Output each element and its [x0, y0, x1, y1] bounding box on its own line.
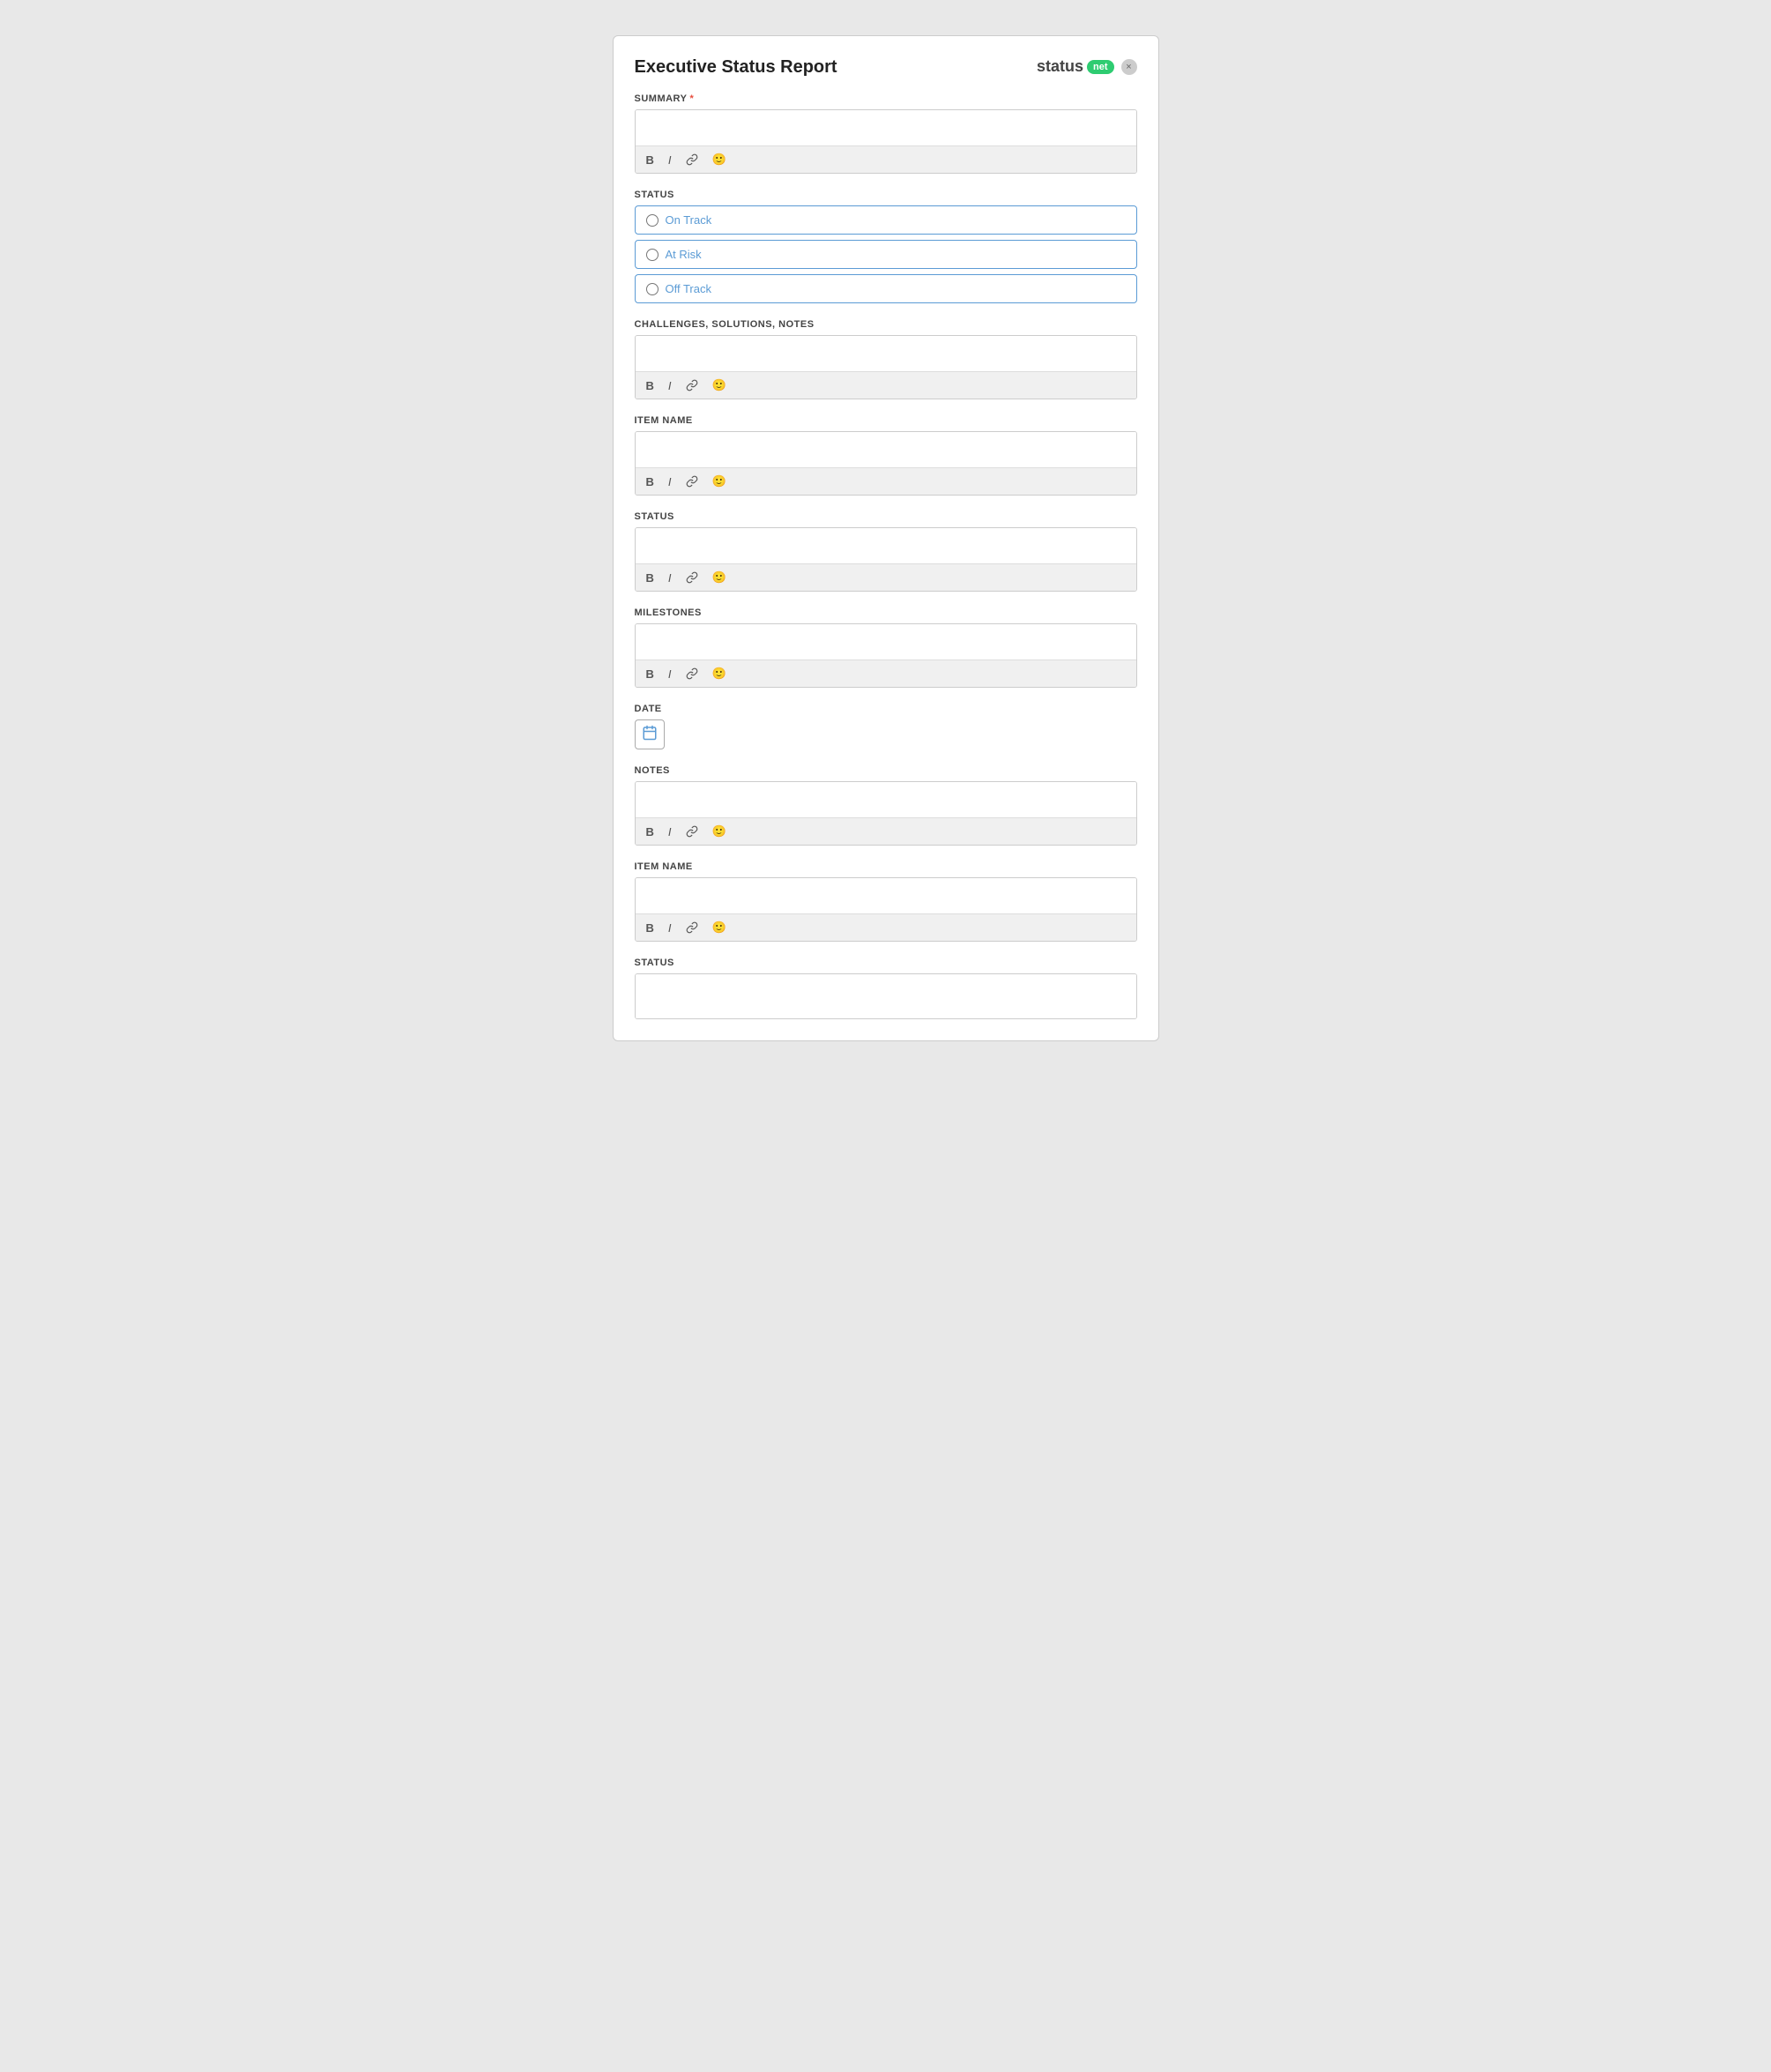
status-3-label: STATUS — [635, 958, 1137, 968]
milestones-link-button[interactable] — [682, 666, 702, 682]
challenges-label: CHALLENGES, SOLUTIONS, NOTES — [635, 319, 1137, 330]
brand-badge: net — [1087, 60, 1114, 74]
item-name-2-input[interactable] — [636, 878, 1136, 913]
notes-label: NOTES — [635, 765, 1137, 776]
challenges-toolbar: B I 🙂 — [636, 371, 1136, 399]
status-3-input[interactable] — [636, 974, 1136, 1018]
date-label: DATE — [635, 704, 1137, 714]
summary-editor: B I 🙂 — [635, 109, 1137, 174]
status-2-section: STATUS B I 🙂 — [635, 511, 1137, 592]
notes-editor: B I 🙂 — [635, 781, 1137, 846]
challenges-section: CHALLENGES, SOLUTIONS, NOTES B I 🙂 — [635, 319, 1137, 399]
item-name-1-input[interactable] — [636, 432, 1136, 467]
milestones-italic-button[interactable]: I — [665, 666, 675, 682]
header-right: status net × — [1037, 57, 1137, 76]
notes-italic-button[interactable]: I — [665, 824, 675, 840]
date-picker-button[interactable] — [635, 719, 665, 749]
close-button[interactable]: × — [1121, 59, 1137, 75]
item-name-1-editor: B I 🙂 — [635, 431, 1137, 496]
status-2-editor: B I 🙂 — [635, 527, 1137, 592]
status-2-input[interactable] — [636, 528, 1136, 563]
required-asterisk: * — [689, 93, 694, 104]
status-2-bold-button[interactable]: B — [643, 570, 658, 586]
status-option-at-risk[interactable]: At Risk — [635, 240, 1137, 269]
item-name-1-emoji-button[interactable]: 🙂 — [709, 473, 730, 490]
summary-toolbar: B I 🙂 — [636, 145, 1136, 173]
milestones-emoji-button[interactable]: 🙂 — [709, 665, 730, 682]
summary-emoji-button[interactable]: 🙂 — [709, 151, 730, 168]
executive-status-report-modal: Executive Status Report status net × SUM… — [613, 35, 1159, 1041]
item-name-1-section: ITEM NAME B I 🙂 — [635, 415, 1137, 496]
milestones-editor: B I 🙂 — [635, 623, 1137, 688]
status-2-emoji-button[interactable]: 🙂 — [709, 569, 730, 586]
summary-input[interactable] — [636, 110, 1136, 145]
item-name-1-bold-button[interactable]: B — [643, 473, 658, 490]
status-2-italic-button[interactable]: I — [665, 570, 675, 586]
summary-label: SUMMARY* — [635, 93, 1137, 104]
status-2-link-button[interactable] — [682, 570, 702, 585]
item-name-1-link-button[interactable] — [682, 473, 702, 489]
status-brand: status net — [1037, 57, 1114, 76]
radio-off-track[interactable] — [646, 283, 659, 295]
notes-input[interactable] — [636, 782, 1136, 817]
item-name-1-toolbar: B I 🙂 — [636, 467, 1136, 495]
brand-text: status — [1037, 57, 1083, 76]
summary-italic-button[interactable]: I — [665, 152, 675, 168]
item-name-2-link-button[interactable] — [682, 920, 702, 935]
item-name-2-italic-button[interactable]: I — [665, 920, 675, 936]
item-name-2-bold-button[interactable]: B — [643, 920, 658, 936]
radio-on-track[interactable] — [646, 214, 659, 227]
status-section: STATUS On Track At Risk Off Track — [635, 190, 1137, 303]
status-option-on-track[interactable]: On Track — [635, 205, 1137, 235]
challenges-emoji-button[interactable]: 🙂 — [709, 376, 730, 394]
summary-section: SUMMARY* B I 🙂 — [635, 93, 1137, 174]
radio-on-track-label: On Track — [666, 213, 712, 227]
notes-bold-button[interactable]: B — [643, 824, 658, 840]
radio-at-risk-label: At Risk — [666, 248, 702, 261]
status-label: STATUS — [635, 190, 1137, 200]
summary-link-button[interactable] — [682, 152, 702, 168]
notes-toolbar: B I 🙂 — [636, 817, 1136, 845]
status-2-toolbar: B I 🙂 — [636, 563, 1136, 591]
summary-bold-button[interactable]: B — [643, 152, 658, 168]
modal-header: Executive Status Report status net × — [635, 57, 1137, 78]
item-name-1-label: ITEM NAME — [635, 415, 1137, 426]
radio-off-track-label: Off Track — [666, 282, 712, 295]
milestones-toolbar: B I 🙂 — [636, 660, 1136, 687]
status-3-editor — [635, 973, 1137, 1019]
item-name-2-section: ITEM NAME B I 🙂 — [635, 861, 1137, 942]
challenges-link-button[interactable] — [682, 377, 702, 393]
status-radio-group: On Track At Risk Off Track — [635, 205, 1137, 303]
radio-at-risk[interactable] — [646, 249, 659, 261]
challenges-editor: B I 🙂 — [635, 335, 1137, 399]
notes-section: NOTES B I 🙂 — [635, 765, 1137, 846]
milestones-bold-button[interactable]: B — [643, 666, 658, 682]
modal-title: Executive Status Report — [635, 57, 837, 78]
challenges-bold-button[interactable]: B — [643, 377, 658, 394]
status-option-off-track[interactable]: Off Track — [635, 274, 1137, 303]
item-name-2-toolbar: B I 🙂 — [636, 913, 1136, 941]
date-section: DATE — [635, 704, 1137, 749]
notes-link-button[interactable] — [682, 824, 702, 839]
notes-emoji-button[interactable]: 🙂 — [709, 823, 730, 840]
challenges-input[interactable] — [636, 336, 1136, 371]
milestones-label: MILESTONES — [635, 607, 1137, 618]
item-name-2-editor: B I 🙂 — [635, 877, 1137, 942]
milestones-input[interactable] — [636, 624, 1136, 660]
status-3-section: STATUS — [635, 958, 1137, 1019]
item-name-2-label: ITEM NAME — [635, 861, 1137, 872]
status-2-label: STATUS — [635, 511, 1137, 522]
item-name-2-emoji-button[interactable]: 🙂 — [709, 919, 730, 936]
milestones-section: MILESTONES B I 🙂 — [635, 607, 1137, 688]
calendar-icon — [642, 725, 658, 745]
item-name-1-italic-button[interactable]: I — [665, 473, 675, 490]
challenges-italic-button[interactable]: I — [665, 377, 675, 394]
